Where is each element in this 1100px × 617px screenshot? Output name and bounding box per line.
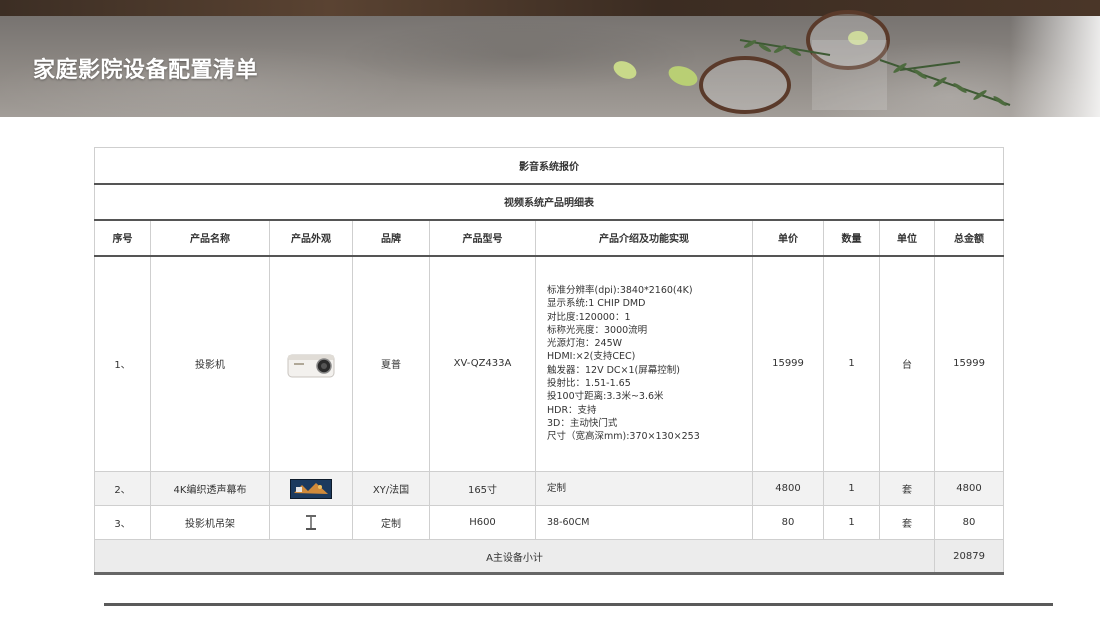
row-price: 80 (752, 505, 824, 540)
row-model: 165寸 (429, 471, 536, 506)
row-image (269, 255, 353, 472)
header-banner: 家庭影院设备配置清单 (0, 0, 1100, 117)
projector-image (287, 354, 335, 378)
row-name: 投影机 (150, 255, 270, 472)
row-total: 4800 (933, 471, 1005, 506)
table-header-row: 序号 产品名称 产品外观 品牌 产品型号 产品介绍及功能实现 单价 数量 单位 … (94, 219, 1005, 257)
header-qty: 数量 (823, 219, 880, 257)
header-total: 总金额 (933, 219, 1005, 257)
row-brand: 定制 (352, 505, 430, 540)
header-name: 产品名称 (150, 219, 270, 257)
row-description: 38-60CM (535, 505, 753, 540)
row-name: 投影机吊架 (150, 505, 270, 540)
row-unit: 套 (879, 471, 935, 506)
row-name: 4K编织透声幕布 (150, 471, 270, 506)
header-price: 单价 (752, 219, 824, 257)
table-title: 影音系统报价 (93, 147, 1005, 185)
row-price: 15999 (752, 255, 824, 472)
header-description: 产品介绍及功能实现 (535, 219, 753, 257)
row-total: 80 (933, 505, 1005, 540)
subtotal-label: A主设备小计 (94, 539, 935, 575)
row-unit: 台 (879, 255, 935, 472)
row-model: XV-QZ433A (429, 255, 536, 472)
header-index: 序号 (94, 219, 151, 257)
table-row: 3、 投影机吊架 定制 H600 38-60CM 80 1 套 80 (94, 505, 1005, 540)
table-row: 1、 投影机 夏普 XV-QZ433A 标准分辨率(dpi):3840*2160… (94, 255, 1005, 472)
row-index: 1、 (94, 255, 151, 472)
row-brand: XY/法国 (352, 471, 430, 506)
subtotal-row: A主设备小计 20879 (94, 539, 1005, 575)
row-image (269, 471, 353, 506)
row-index: 2、 (94, 471, 151, 506)
row-price: 4800 (752, 471, 824, 506)
header-appearance: 产品外观 (269, 219, 353, 257)
row-qty: 1 (823, 471, 880, 506)
header-unit: 单位 (879, 219, 935, 257)
equipment-table: 影音系统报价 视频系统产品明细表 序号 产品名称 产品外观 品牌 产品型号 产品… (93, 147, 1005, 575)
page-title: 家庭影院设备配置清单 (33, 58, 259, 83)
row-description: 定制 (535, 471, 753, 506)
header-model: 产品型号 (429, 219, 536, 257)
table-row: 2、 4K编织透声幕布 XY/法国 165寸 定制 4800 1 套 4800 (94, 471, 1005, 506)
bottom-divider (104, 603, 1053, 606)
table-subtitle: 视频系统产品明细表 (93, 183, 1005, 221)
mount-image (306, 514, 316, 530)
row-total: 15999 (933, 255, 1005, 472)
header-brand: 品牌 (352, 219, 430, 257)
subtotal-value: 20879 (933, 539, 1005, 575)
row-brand: 夏普 (352, 255, 430, 472)
row-index: 3、 (94, 505, 151, 540)
row-unit: 套 (879, 505, 935, 540)
row-qty: 1 (823, 505, 880, 540)
row-model: H600 (429, 505, 536, 540)
row-qty: 1 (823, 255, 880, 472)
screen-image (290, 478, 332, 499)
row-image (269, 505, 353, 540)
row-description: 标准分辨率(dpi):3840*2160(4K) 显示系统:1 CHIP DMD… (535, 255, 753, 472)
